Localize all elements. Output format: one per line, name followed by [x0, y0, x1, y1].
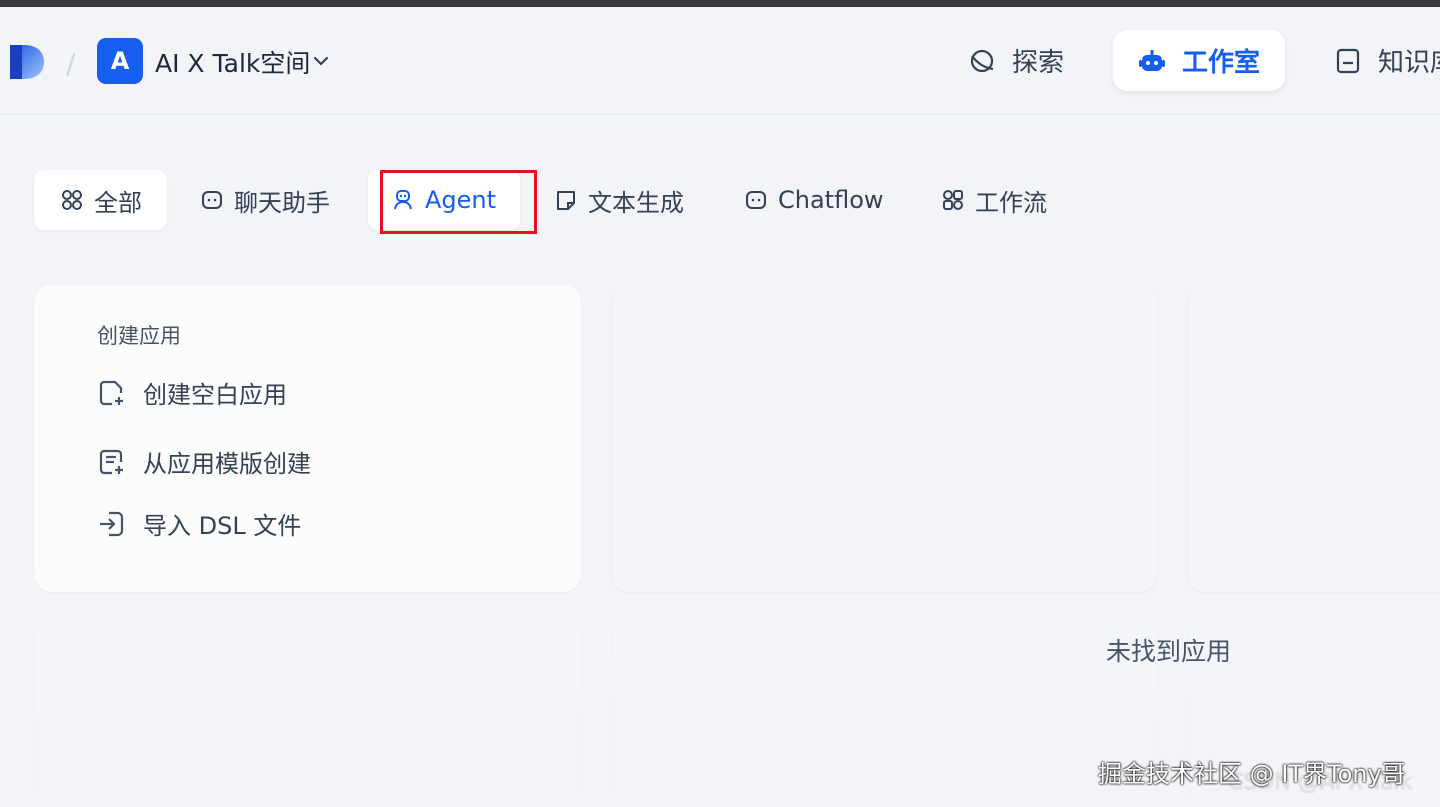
create-app-title: 创建应用 — [97, 324, 181, 348]
chatflow-icon — [746, 191, 766, 209]
document-icon — [557, 191, 575, 210]
nav-explore-label: 探索 — [1012, 48, 1065, 78]
explore-icon — [970, 49, 994, 72]
nav-knowledge[interactable]: 知识库 — [1334, 30, 1440, 91]
create-app-card: 创建应用 创建空白应用 从应用模版创建 导入 DSL 文件 — [34, 285, 581, 592]
tab-text-generation[interactable]: 文本生成 — [555, 170, 684, 230]
grid-icon — [62, 190, 82, 210]
app-logo-icon[interactable] — [8, 43, 46, 81]
nav-studio-label: 工作室 — [1181, 48, 1260, 78]
chevron-down-icon[interactable] — [312, 52, 330, 70]
tab-chat-assistant[interactable]: 聊天助手 — [201, 170, 330, 230]
tab-text-generation-label: 文本生成 — [588, 188, 684, 217]
file-plus-icon — [99, 380, 123, 405]
tab-all-label: 全部 — [94, 188, 142, 217]
import-dsl-file-label: 导入 DSL 文件 — [143, 512, 302, 540]
create-from-template-label: 从应用模版创建 — [143, 450, 311, 478]
empty-state-message: 未找到应用 — [1106, 637, 1232, 666]
create-blank-app-label: 创建空白应用 — [143, 381, 287, 409]
breadcrumb-separator: / — [66, 47, 76, 80]
create-from-template[interactable]: 从应用模版创建 — [97, 444, 311, 479]
tab-all[interactable]: 全部 — [34, 170, 167, 230]
book-icon — [1336, 48, 1360, 73]
workspace-avatar[interactable]: A — [97, 38, 143, 84]
tab-workflow[interactable]: 工作流 — [942, 170, 1047, 230]
window-top-border — [0, 0, 1440, 7]
annotation-highlight-box — [380, 170, 537, 234]
workflow-icon — [943, 190, 963, 210]
nav-studio[interactable]: 工作室 — [1113, 30, 1285, 91]
workspace-name[interactable]: AI X Talk空间 — [155, 44, 310, 80]
chat-bubble-icon — [202, 191, 222, 209]
placeholder-card — [612, 285, 1157, 592]
tab-chat-assistant-label: 聊天助手 — [234, 188, 330, 217]
import-icon — [100, 511, 124, 536]
import-dsl-file[interactable]: 导入 DSL 文件 — [97, 506, 301, 541]
tab-chatflow[interactable]: Chatflow — [745, 170, 884, 230]
watermark-primary: 掘金技术社区 @ IT界Tony哥 — [1098, 760, 1406, 788]
tab-workflow-label: 工作流 — [975, 188, 1047, 217]
tab-chatflow-label: Chatflow — [778, 186, 884, 214]
nav-explore[interactable]: 探索 — [968, 30, 1064, 91]
nav-knowledge-label: 知识库 — [1378, 48, 1440, 78]
header-bar: / A AI X Talk空间 探索 工作室 知识库 — [0, 7, 1440, 115]
placeholder-card — [1188, 285, 1440, 592]
template-icon — [99, 449, 123, 474]
app-type-tabs: 全部 聊天助手 Agent 文本生成 Chatflow 工作流 — [0, 170, 1440, 232]
create-blank-app[interactable]: 创建空白应用 — [97, 375, 287, 410]
robot-icon — [1138, 49, 1165, 71]
